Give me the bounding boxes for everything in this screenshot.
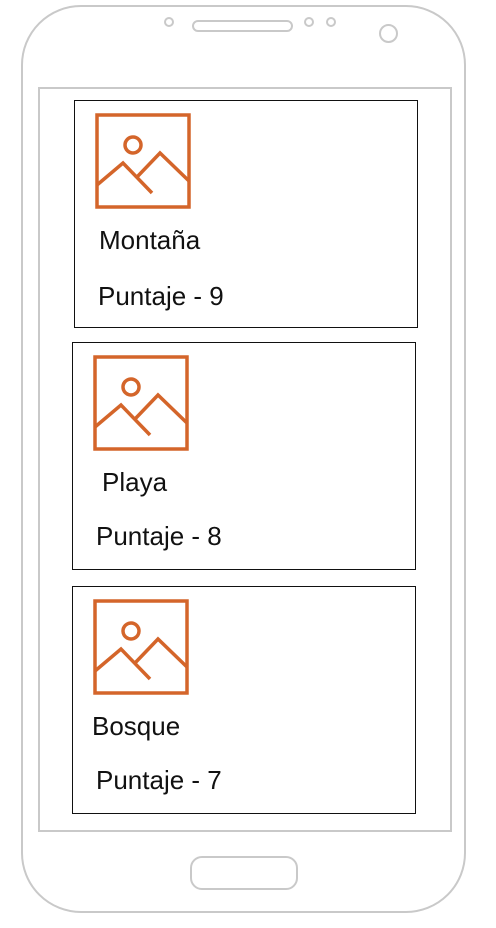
card-score: Puntaje - 9 [98,281,224,311]
card-title: Bosque [92,711,181,741]
front-camera-dot [164,17,174,27]
image-placeholder-icon [93,599,189,695]
place-card-playa[interactable]: Playa Puntaje - 8 [72,342,416,570]
card-title: Montaña [99,225,201,255]
sensor-dot-left [304,17,314,27]
home-button[interactable] [190,856,298,890]
image-placeholder-icon [93,355,189,451]
sensor-dot-right [326,17,336,27]
image-placeholder-icon [95,113,191,209]
place-card-montana[interactable]: Montaña Puntaje - 9 [74,100,418,328]
card-score: Puntaje - 7 [96,765,222,795]
proximity-sensor [379,24,398,43]
card-score: Puntaje - 8 [96,521,222,551]
card-title: Playa [102,467,168,497]
earpiece-speaker [192,20,293,32]
place-card-bosque[interactable]: Bosque Puntaje - 7 [72,586,416,814]
